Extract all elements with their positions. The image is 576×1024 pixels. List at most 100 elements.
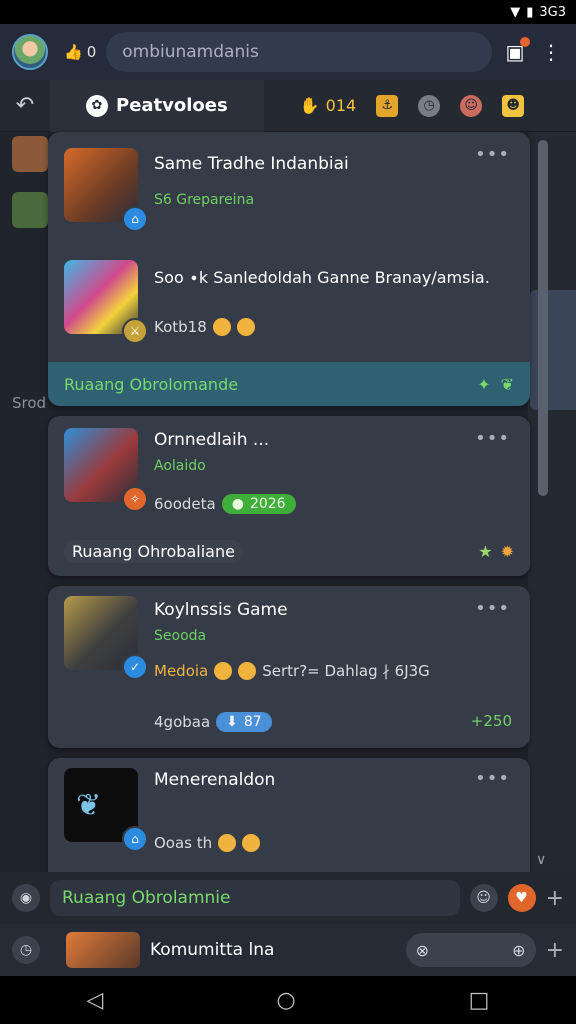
reactions: ★ ✹ bbox=[478, 542, 514, 561]
chat-room-input[interactable]: Ruaang Obrolamnie bbox=[50, 880, 460, 916]
meta-text: Kotb18 bbox=[154, 318, 207, 336]
system-nav-bar: ◁ ○ □ bbox=[0, 976, 576, 1024]
item-meta: Ooas th bbox=[154, 834, 261, 852]
item-title: Soo ∙k Sanledoldah Ganne Branay∕amsia. bbox=[154, 268, 490, 287]
coins-value: 014 bbox=[325, 96, 357, 115]
verified-icon: ⌂ bbox=[122, 206, 148, 232]
emoji-face-icon[interactable]: ☺ bbox=[469, 884, 498, 912]
emoji-icon bbox=[238, 662, 257, 680]
game-thumbnail bbox=[66, 932, 140, 968]
game-avatar-icon[interactable]: ☺ bbox=[460, 94, 483, 117]
like-count: 0 bbox=[86, 43, 97, 61]
search-input[interactable]: ombiunamdanis bbox=[106, 32, 492, 72]
battery-icon: ▮ bbox=[526, 4, 534, 20]
item-subtitle: Aolaido bbox=[154, 458, 206, 474]
list-item[interactable]: ⌂ Same Tradhe Indanbiai S6 Grepareina ••… bbox=[48, 132, 530, 242]
side-label: Srod bbox=[12, 394, 47, 412]
meta-text: Ooas th bbox=[154, 834, 213, 852]
right-sidebar bbox=[528, 132, 576, 872]
count-badge-value: 87 bbox=[243, 714, 262, 730]
chat-room-label: Ruaang Obrolomande bbox=[64, 374, 239, 394]
side-thumb[interactable] bbox=[12, 136, 48, 172]
list-item[interactable]: ⚔ Soo ∙k Sanledoldah Ganne Branay∕amsia.… bbox=[48, 242, 530, 362]
item-title: Komumitta lna bbox=[150, 940, 275, 960]
game-thumbnail: ✧ bbox=[64, 428, 148, 512]
status-bar: ▼ ▮ 3G3 bbox=[0, 0, 576, 24]
clock-icon[interactable]: ◷ bbox=[12, 936, 40, 964]
left-sidebar: Srod bbox=[0, 132, 48, 872]
community-card[interactable]: ✧ Ornnedlaih ... Aolaido ••• 6oodeta ● 2… bbox=[48, 416, 530, 576]
sword-icon: ⚔ bbox=[122, 318, 148, 344]
community-card[interactable]: ⌂ Same Tradhe Indanbiai S6 Grepareina ••… bbox=[48, 132, 530, 406]
wifi-icon: ▼ bbox=[510, 4, 521, 20]
mic-icon[interactable]: ◉ bbox=[12, 884, 40, 912]
nav-back-icon[interactable]: ◁ bbox=[87, 988, 104, 1013]
tab-bar: ↶ ✿ Peatvoloes ✋ 014 ⚓ ◷ ☺ ☻ bbox=[0, 79, 576, 132]
emoji-icon bbox=[214, 662, 233, 680]
avatar[interactable] bbox=[12, 34, 48, 70]
emoji-icon bbox=[236, 318, 255, 336]
notification-icon[interactable]: ▣ bbox=[502, 37, 530, 65]
reaction-pill[interactable]: ⊗ ⊕ bbox=[405, 933, 536, 967]
more-options-icon[interactable]: ••• bbox=[475, 598, 510, 619]
star-icon[interactable]: ✦ bbox=[477, 375, 490, 394]
leaf-icon[interactable]: ❦ bbox=[501, 375, 514, 394]
right-preview-thumb[interactable] bbox=[530, 290, 576, 410]
nav-home-icon[interactable]: ○ bbox=[276, 988, 295, 1013]
more-options-icon[interactable]: ••• bbox=[475, 768, 510, 789]
check-icon: ● bbox=[231, 496, 244, 512]
meta-detail: Sertr?= Dahlag ∤ 6J3G bbox=[262, 662, 430, 680]
item-title: Menerenaldon bbox=[154, 770, 276, 790]
coins-counter[interactable]: ✋ 014 bbox=[300, 96, 356, 115]
star-badge-icon[interactable]: ✹ bbox=[501, 542, 514, 561]
emoji-icon bbox=[242, 834, 261, 852]
fire-icon: ✧ bbox=[122, 486, 148, 512]
add-icon[interactable]: + bbox=[546, 938, 564, 963]
chat-room-label[interactable]: Ruaang Ohrobaliane bbox=[64, 540, 243, 563]
side-thumb[interactable] bbox=[12, 192, 48, 228]
item-meta: Medoia Sertr?= Dahlag ∤ 6J3G bbox=[154, 662, 430, 680]
status-time: 3G3 bbox=[539, 4, 566, 20]
item-title: Koylnssis Game bbox=[154, 600, 288, 620]
item-subtitle: S6 Grepareina bbox=[154, 192, 255, 208]
year-badge: ● 2026 bbox=[221, 494, 296, 514]
item-title: Same Tradhe Indanbiai bbox=[154, 154, 349, 174]
notification-badge bbox=[520, 37, 530, 47]
tab-active[interactable]: ✿ Peatvoloes bbox=[50, 79, 264, 132]
more-options-icon[interactable]: ••• bbox=[475, 144, 510, 165]
emoji-icon bbox=[218, 834, 237, 852]
bird-logo-icon: ❦ bbox=[76, 788, 102, 823]
emoji-icon[interactable]: ☻ bbox=[502, 94, 525, 117]
clock-icon[interactable]: ◷ bbox=[418, 94, 441, 117]
more-vert-icon[interactable]: ⋮ bbox=[538, 39, 564, 65]
tab-active-label: Peatvoloes bbox=[116, 95, 228, 116]
scrollbar[interactable] bbox=[538, 140, 548, 496]
game-thumbnail: ⌂ bbox=[64, 148, 148, 232]
nav-recents-icon[interactable]: □ bbox=[469, 988, 490, 1013]
item-meta: Kotb18 bbox=[154, 318, 255, 336]
member-count: 4gobaa ⬇ 87 bbox=[154, 712, 272, 732]
community-card[interactable]: ❦ ⌂ Menerenaldon ••• Ooas th bbox=[48, 758, 530, 872]
react-icon[interactable]: ⊗ bbox=[416, 941, 429, 960]
anchor-icon[interactable]: ⚓ bbox=[376, 94, 399, 117]
plus-circle-icon[interactable]: ⊕ bbox=[512, 941, 525, 960]
count-badge: ⬇ 87 bbox=[216, 712, 272, 732]
game-thumbnail: ❦ ⌂ bbox=[64, 768, 148, 852]
add-icon[interactable]: + bbox=[546, 886, 564, 911]
like-counter[interactable]: 👍 0 bbox=[64, 43, 96, 61]
community-card[interactable]: ✓ Koylnssis Game Seooda ••• Medoia Sertr… bbox=[48, 586, 530, 748]
download-icon: ⬇ bbox=[226, 714, 238, 730]
thumbs-up-icon: 👍 bbox=[64, 43, 83, 61]
meta-text: 6oodeta bbox=[154, 495, 216, 513]
chevron-down-icon[interactable]: ∨ bbox=[536, 852, 546, 868]
chat-room-strip[interactable]: Ruaang Obrolomande ✦ ❦ bbox=[48, 362, 530, 406]
verified-icon: ⌂ bbox=[122, 826, 148, 852]
star-icon[interactable]: ★ bbox=[478, 542, 492, 561]
search-placeholder: ombiunamdanis bbox=[122, 42, 259, 62]
verified-icon: ✓ bbox=[122, 654, 148, 680]
peek-bar: ◷ Komumitta lna ⊗ ⊕ + bbox=[0, 924, 576, 976]
emoji-icon bbox=[212, 318, 231, 336]
back-arrow-icon[interactable]: ↶ bbox=[0, 93, 50, 118]
more-options-icon[interactable]: ••• bbox=[475, 428, 510, 449]
sticker-icon[interactable]: ♥ bbox=[507, 884, 536, 912]
